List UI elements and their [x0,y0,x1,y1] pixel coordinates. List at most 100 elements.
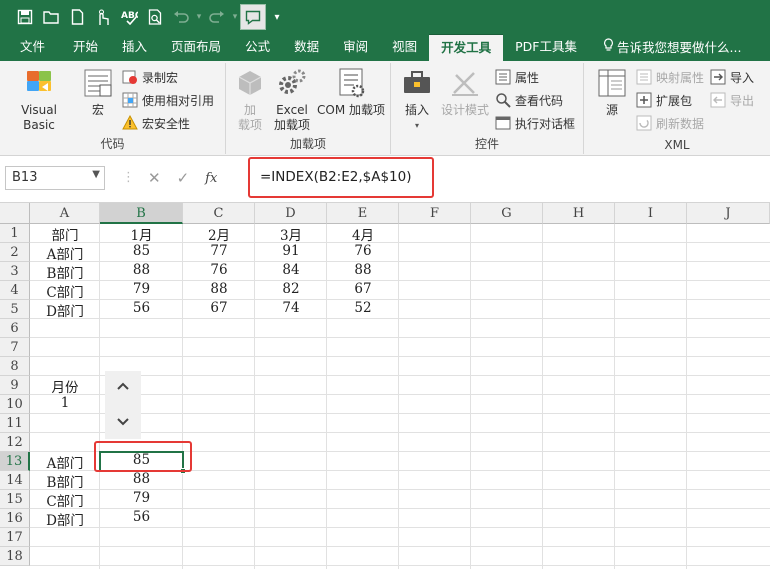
view-code-button[interactable]: 查看代码 [495,90,563,110]
customize-icon[interactable]: ▾ [266,4,288,30]
cell-c5[interactable]: 67 [183,300,255,319]
cell-c4[interactable]: 88 [183,281,255,300]
cell-b16[interactable]: 56 [100,509,183,528]
cell-b14[interactable]: 88 [100,471,183,490]
tab-review[interactable]: 审阅 [331,34,380,61]
touch-mode-icon[interactable] [90,4,116,30]
row-header-8[interactable]: 8 [0,357,30,376]
redo-icon[interactable] [204,4,230,30]
cell-b3[interactable]: 88 [100,262,183,281]
tab-insert[interactable]: 插入 [110,34,159,61]
row-header-5[interactable]: 5 [0,300,30,319]
macro-security-button[interactable]: 宏安全性 [122,113,190,133]
cell-a3[interactable]: B部门 [30,262,100,282]
tab-file[interactable]: 文件 [4,34,61,61]
spin-down-icon[interactable] [105,415,141,431]
cell-b15[interactable]: 79 [100,490,183,509]
cell-a16[interactable]: D部门 [30,509,100,529]
tab-formulas[interactable]: 公式 [233,34,282,61]
spin-up-icon[interactable] [105,379,141,395]
column-header-b[interactable]: B [100,203,183,224]
record-macro-button[interactable]: 录制宏 [122,67,178,87]
run-dialog-button[interactable]: 执行对话框 [495,113,575,133]
column-header-c[interactable]: C [183,203,255,224]
excel-addins-button[interactable]: Excel 加载项 [272,67,312,133]
cell-a5[interactable]: D部门 [30,300,100,320]
properties-button[interactable]: 属性 [495,67,539,87]
cell-d3[interactable]: 84 [255,262,327,281]
xml-source-button[interactable]: 源 [592,67,632,118]
name-box-dropdown-icon[interactable]: ▼ [92,169,100,180]
column-header-a[interactable]: A [30,203,100,224]
import-button[interactable]: 导入 [710,67,754,87]
cell-a10[interactable]: 1 [30,395,100,414]
cell-e1[interactable]: 4月 [327,224,399,244]
worksheet-grid[interactable]: A B C D E F G H I J 1 2 3 4 5 6 7 8 9 10 11 12 13 14 1… [0,203,770,569]
cell-b5[interactable]: 56 [100,300,183,319]
tab-page-layout[interactable]: 页面布局 [159,34,233,61]
cell-c3[interactable]: 76 [183,262,255,281]
row-header-4[interactable]: 4 [0,281,30,300]
column-header-h[interactable]: H [543,203,615,224]
tab-data[interactable]: 数据 [282,34,331,61]
relative-reference-button[interactable]: 使用相对引用 [122,90,214,110]
cell-d4[interactable]: 82 [255,281,327,300]
column-header-d[interactable]: D [255,203,327,224]
map-properties-button[interactable]: 映射属性 [636,67,704,87]
cell-d5[interactable]: 74 [255,300,327,319]
cell-d2[interactable]: 91 [255,243,327,262]
expansion-pack-button[interactable]: 扩展包 [636,90,692,110]
new-file-icon[interactable] [64,4,90,30]
refresh-data-button[interactable]: 刷新数据 [636,113,704,133]
cell-b1[interactable]: 1月 [100,224,183,244]
name-box[interactable]: B13 ▼ [5,166,105,190]
save-icon[interactable] [12,4,38,30]
column-header-g[interactable]: G [471,203,543,224]
macro-button[interactable]: 宏 [80,67,116,118]
cell-a14[interactable]: B部门 [30,471,100,491]
cell-e3[interactable]: 88 [327,262,399,281]
cell-c2[interactable]: 77 [183,243,255,262]
column-header-e[interactable]: E [327,203,399,224]
tab-view[interactable]: 视图 [380,34,429,61]
row-header-9[interactable]: 9 [0,376,30,395]
column-header-f[interactable]: F [399,203,471,224]
insert-control-button[interactable]: 插入 ▾ [397,67,437,133]
cell-a2[interactable]: A部门 [30,243,100,263]
print-preview-icon[interactable] [142,4,168,30]
cell-c1[interactable]: 2月 [183,224,255,244]
row-header-15[interactable]: 15 [0,490,30,509]
open-folder-icon[interactable] [38,4,64,30]
cell-d1[interactable]: 3月 [255,224,327,244]
row-header-6[interactable]: 6 [0,319,30,338]
undo-icon[interactable] [168,4,194,30]
cell-a9[interactable]: 月份 [30,376,100,396]
tab-developer[interactable]: 开发工具 [429,34,504,61]
row-header-10[interactable]: 10 [0,395,30,414]
cancel-formula-icon[interactable]: ✕ [148,169,161,187]
row-header-17[interactable]: 17 [0,528,30,547]
insert-function-icon[interactable]: fx [205,171,217,186]
cell-a13[interactable]: A部门 [30,452,100,472]
tell-me-search[interactable]: 告诉我您想要做什么... [589,34,741,61]
row-header-3[interactable]: 3 [0,262,30,281]
comment-icon[interactable] [240,4,266,30]
design-mode-button[interactable]: 设计模式 [439,67,491,118]
export-button[interactable]: 导出 [710,90,754,110]
tab-home[interactable]: 开始 [61,34,110,61]
month-spin-button[interactable] [105,371,141,439]
redo-dropdown-icon[interactable]: ▾ [230,4,240,30]
cell-a1[interactable]: 部门 [30,224,100,244]
column-header-j[interactable]: J [687,203,770,224]
cell-a4[interactable]: C部门 [30,281,100,301]
row-header-2[interactable]: 2 [0,243,30,262]
row-header-14[interactable]: 14 [0,471,30,490]
row-header-11[interactable]: 11 [0,414,30,433]
visual-basic-button[interactable]: Visual Basic [4,67,74,133]
row-header-16[interactable]: 16 [0,509,30,528]
addins-button[interactable]: 加 载项 [230,67,270,133]
com-addins-button[interactable]: COM 加载项 [314,67,388,118]
column-header-i[interactable]: I [615,203,687,224]
cell-b4[interactable]: 79 [100,281,183,300]
cell-e4[interactable]: 67 [327,281,399,300]
